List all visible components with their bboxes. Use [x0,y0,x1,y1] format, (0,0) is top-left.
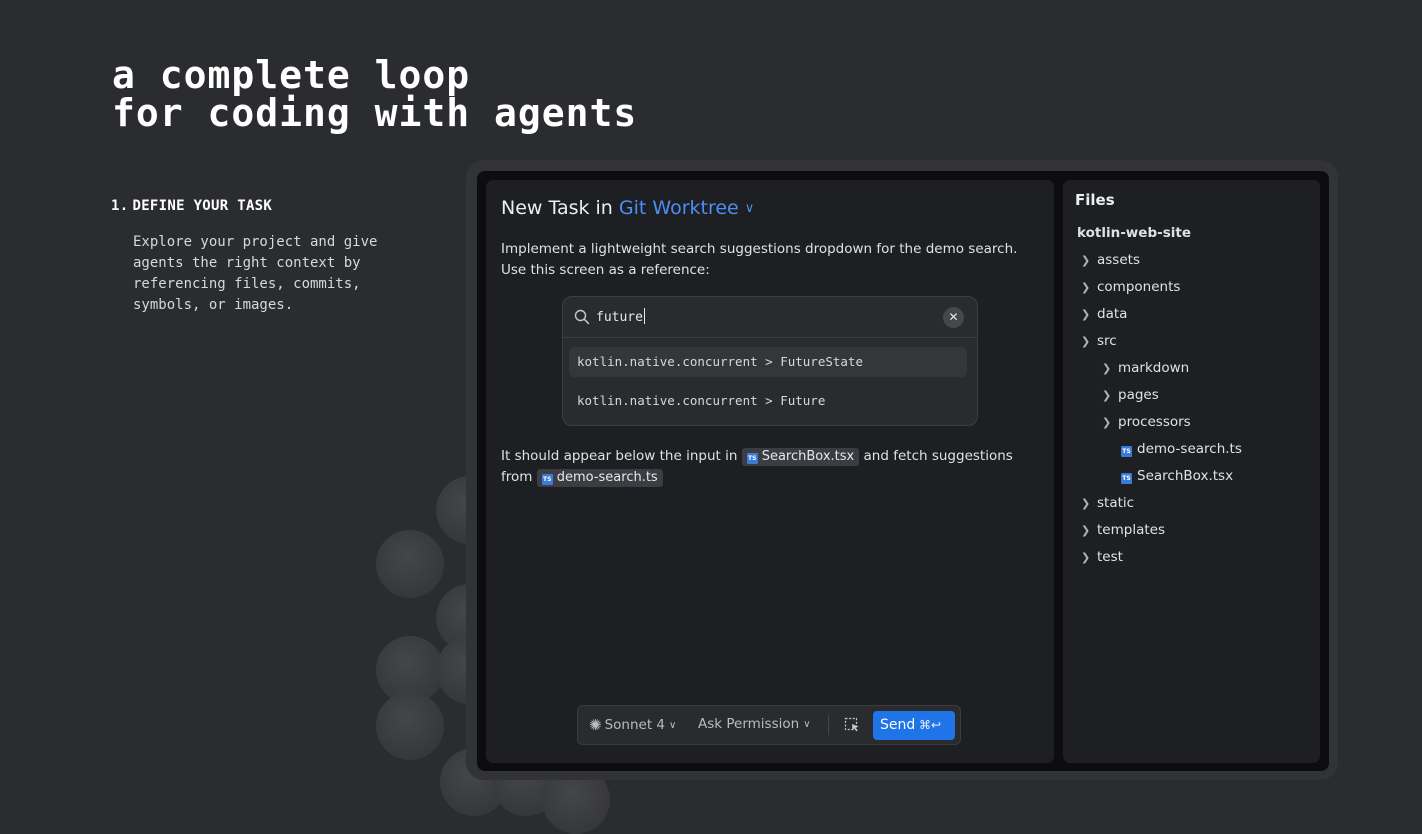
file-reference-chip[interactable]: TS SearchBox.tsx [741,448,860,466]
typescript-file-icon: TS [541,474,553,485]
tree-item-label: demo-search.ts [1137,441,1242,457]
followup-text-1: It should appear below the input in [501,448,738,464]
chevron-right-icon: ❯ [1102,362,1112,375]
chevron-right-icon: ❯ [1081,308,1091,321]
composer-toolbar: ✺ Sonnet 4 ∨ Ask Permission ∨ Send ⌘↩ [577,705,961,745]
tree-item-label: components [1097,279,1181,295]
chevron-right-icon: ❯ [1081,497,1091,510]
file-reference-label: demo-search.ts [556,470,658,485]
search-input[interactable]: future [596,308,645,325]
typescript-file-icon: TS [746,453,758,464]
chevron-down-icon: ∨ [744,201,755,216]
tree-item-label: processors [1118,414,1191,430]
tree-item-label: assets [1097,252,1140,268]
suggestion-item[interactable]: kotlin.native.concurrent > Future [569,386,967,416]
tree-file-searchbox[interactable]: TS SearchBox.tsx [1121,466,1233,486]
close-icon: ✕ [948,310,959,324]
headline: a complete loop for coding with agents [112,56,637,132]
chevron-right-icon: ❯ [1081,281,1091,294]
chevron-right-icon: ❯ [1081,254,1091,267]
tree-item-label: templates [1097,522,1165,538]
permission-dropdown[interactable]: Ask Permission ∨ [698,716,811,732]
worktree-label: Git Worktree [618,197,739,219]
task-description: Implement a lightweight search suggestio… [501,241,1018,278]
tree-folder-templates[interactable]: ❯ templates [1081,520,1165,540]
suggestion-item[interactable]: kotlin.native.concurrent > FutureState [569,347,967,377]
task-title-prefix: New Task in [501,197,613,219]
chevron-down-icon: ∨ [669,720,677,731]
model-dropdown[interactable]: ✺ Sonnet 4 ∨ [589,716,676,734]
toolbar-divider [828,715,829,735]
tree-folder-data[interactable]: ❯ data [1081,304,1127,324]
task-title: New Task in Git Worktree ∨ [501,197,754,219]
step-define-task: 1. DEFINE YOUR TASK Explore your project … [111,198,431,316]
step-title-text: DEFINE YOUR TASK [132,198,273,214]
headline-line-2: for coding with agents [112,91,638,135]
step-number: 1. [111,198,129,214]
chevron-right-icon: ❯ [1102,389,1112,402]
tree-item-label: SearchBox.tsx [1137,468,1234,484]
tree-item-label: src [1097,333,1117,349]
headline-line-1: a complete loop [112,53,471,97]
tree-folder-components[interactable]: ❯ components [1081,277,1180,297]
chevron-right-icon: ❯ [1081,524,1091,537]
typescript-file-icon: TS [1121,473,1132,484]
search-row: future ✕ [563,297,977,338]
tree-file-demo-search[interactable]: TS demo-search.ts [1121,439,1242,459]
clear-search-button[interactable]: ✕ [943,307,964,328]
search-icon [574,309,590,325]
step-title: 1. DEFINE YOUR TASK [111,198,431,214]
tree-item-label: pages [1118,387,1159,403]
file-reference-label: SearchBox.tsx [761,449,855,464]
worktree-dropdown[interactable]: Git Worktree ∨ [619,197,754,219]
tree-folder-assets[interactable]: ❯ assets [1081,250,1140,270]
tree-folder-pages[interactable]: ❯ pages [1102,385,1159,405]
sparkle-icon: ✺ [589,716,602,734]
tree-folder-static[interactable]: ❯ static [1081,493,1134,513]
typescript-file-icon: TS [1121,446,1132,457]
chevron-down-icon: ∨ [803,719,811,730]
tree-item-label: test [1097,549,1123,565]
tree-folder-src[interactable]: ❯ src [1081,331,1117,351]
tree-item-label: markdown [1118,360,1190,376]
text-caret [643,308,645,324]
new-task-panel: New Task in Git Worktree ∨ Implement a li… [486,180,1054,763]
tree-item-label: data [1097,306,1128,322]
file-reference-chip[interactable]: TS demo-search.ts [536,469,663,487]
chevron-right-icon: ❯ [1102,416,1112,429]
tree-item-label: static [1097,495,1135,511]
search-reference-card: future ✕ kotlin.native.concurrent > Futu… [562,296,978,426]
tree-folder-test[interactable]: ❯ test [1081,547,1123,567]
tree-root-folder[interactable]: kotlin-web-site [1077,225,1191,241]
send-button[interactable]: Send ⌘↩ [873,711,955,740]
send-label: Send [880,717,916,733]
task-followup: It should appear below the input in TS Se… [501,446,1021,488]
send-shortcut: ⌘↩ [919,718,942,732]
permission-label: Ask Permission [698,716,800,732]
tree-folder-processors[interactable]: ❯ processors [1102,412,1191,432]
chevron-right-icon: ❯ [1081,335,1091,348]
model-label: Sonnet 4 [604,717,665,733]
files-title: Files [1075,191,1115,209]
step-description: Explore your project and give agents the… [133,234,378,313]
chevron-right-icon: ❯ [1081,551,1091,564]
tree-folder-markdown[interactable]: ❯ markdown [1102,358,1189,378]
files-panel: Files kotlin-web-site ❯ assets ❯ component… [1063,180,1320,763]
select-area-icon[interactable] [844,717,860,733]
search-query: future [596,310,643,325]
